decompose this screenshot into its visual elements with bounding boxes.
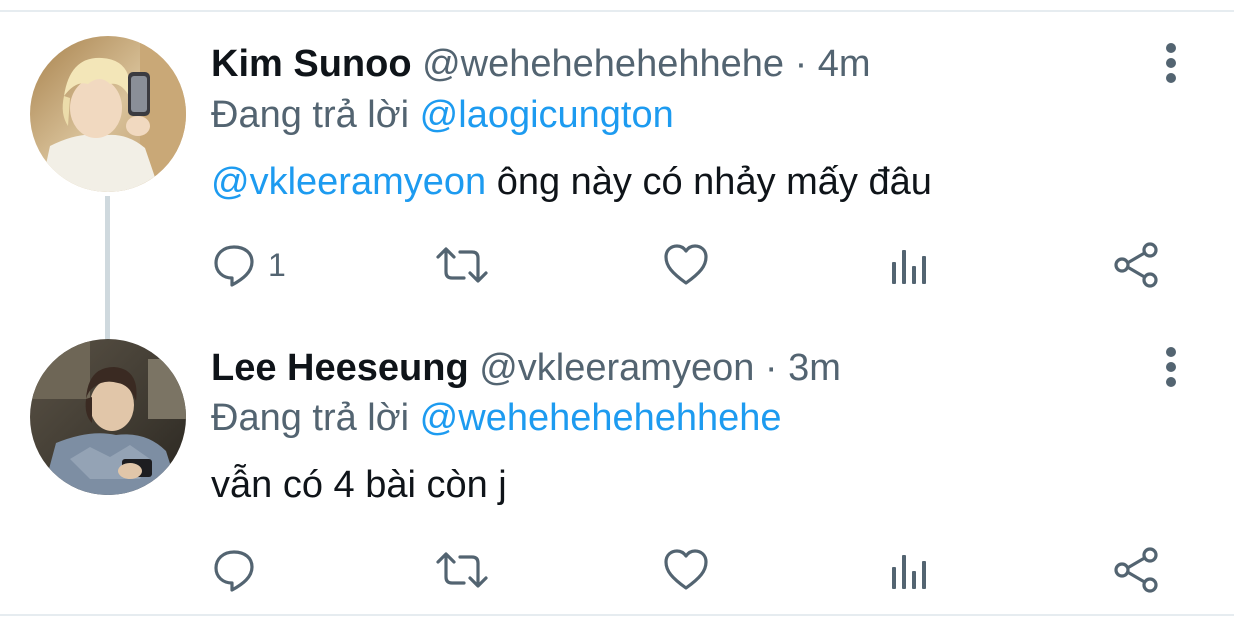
more-options-button[interactable] [1160, 42, 1182, 86]
replying-to-mention[interactable]: @laogicungton [420, 94, 674, 136]
replying-to-label: Đang trả lời [211, 397, 410, 439]
tweet-text: vẫn có 4 bài còn j [211, 461, 507, 509]
bar-chart-icon [892, 250, 926, 284]
bottom-divider [0, 614, 1234, 616]
replying-to-line: Đang trả lời @wehehehehehhehe [211, 394, 782, 442]
user-handle[interactable]: @vkleeramyeon [479, 347, 754, 389]
reply-button[interactable] [212, 545, 258, 595]
timestamp[interactable]: 4m [818, 43, 871, 85]
reply-count: 1 [268, 247, 286, 283]
display-name[interactable]: Kim Sunoo [211, 43, 412, 85]
retweet-arrows-icon [436, 552, 488, 588]
action-bar [0, 545, 1234, 595]
tweet-text: @vkleeramyeon ông này có nhảy mấy đâu [211, 158, 932, 206]
body-mention[interactable]: @vkleeramyeon [211, 161, 486, 203]
action-bar: 1 [0, 240, 1234, 290]
retweet-button[interactable] [434, 545, 490, 595]
retweet-button[interactable] [434, 240, 490, 290]
body-content: vẫn có 4 bài còn j [211, 464, 507, 506]
separator-dot: · [794, 43, 808, 85]
analytics-button[interactable] [886, 545, 932, 595]
speech-bubble-icon [214, 550, 254, 592]
speech-bubble-icon [214, 245, 254, 287]
separator-dot: · [764, 347, 778, 389]
body-content: ông này có nhảy mấy đâu [486, 161, 932, 203]
share-button[interactable] [1112, 545, 1160, 595]
replying-to-label: Đang trả lời [211, 94, 410, 136]
replying-to-line: Đang trả lời @laogicungton [211, 91, 674, 139]
tweet-header: Kim Sunoo @wehehehehehhehe · 4m [211, 40, 871, 88]
retweet-arrows-icon [436, 247, 488, 283]
reply-button[interactable]: 1 [212, 240, 286, 290]
share-nodes-icon [1114, 547, 1158, 593]
timestamp[interactable]: 3m [788, 347, 841, 389]
tweet-item[interactable]: Lee Heeseung @vkleeramyeon · 3m Đang trả… [0, 325, 1234, 615]
analytics-button[interactable] [886, 240, 932, 290]
user-handle[interactable]: @wehehehehehhehe [422, 43, 784, 85]
vertical-ellipsis-icon [1166, 43, 1176, 83]
like-button[interactable] [662, 240, 710, 290]
avatar[interactable] [30, 339, 186, 495]
display-name[interactable]: Lee Heeseung [211, 347, 469, 389]
heart-icon [664, 244, 708, 285]
share-button[interactable] [1112, 240, 1160, 290]
vertical-ellipsis-icon [1166, 347, 1176, 387]
tweet-header: Lee Heeseung @vkleeramyeon · 3m [211, 344, 841, 392]
avatar[interactable] [30, 36, 186, 192]
heart-icon [664, 549, 708, 590]
like-button[interactable] [662, 545, 710, 595]
replying-to-mention[interactable]: @wehehehehehhehe [420, 397, 782, 439]
share-nodes-icon [1114, 242, 1158, 288]
tweet-item[interactable]: Kim Sunoo @wehehehehehhehe · 4m Đang trả… [0, 0, 1234, 341]
bar-chart-icon [892, 555, 926, 589]
more-options-button[interactable] [1160, 346, 1182, 390]
